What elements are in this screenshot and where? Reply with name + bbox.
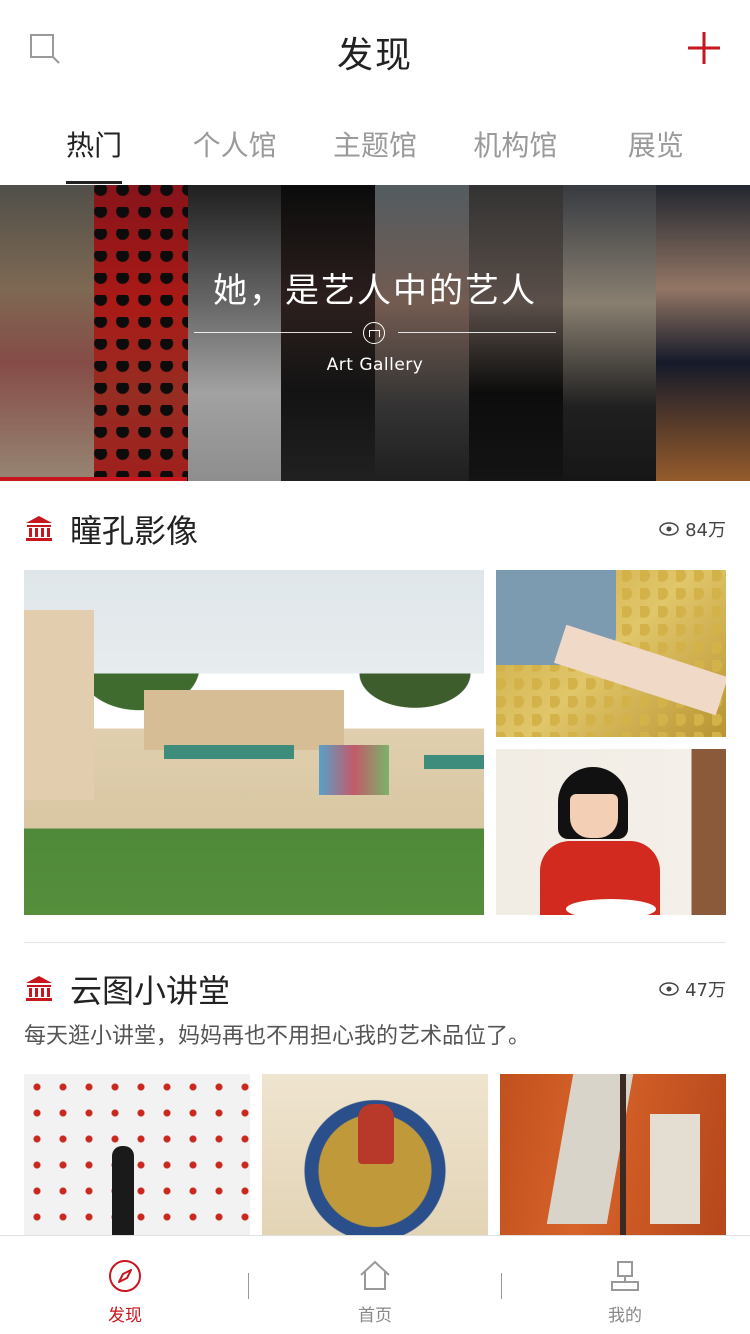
tab-personal[interactable]: 个人馆 xyxy=(185,100,285,185)
nav-label: 首页 xyxy=(358,1306,392,1326)
nav-home[interactable]: 首页 xyxy=(250,1236,500,1334)
category-tabs: 热门 个人馆 主题馆 机构馆 展览 xyxy=(0,100,750,185)
bottom-nav: 发现 首页 我的 xyxy=(0,1235,750,1334)
artwork-image[interactable] xyxy=(262,1074,488,1235)
section-header[interactable]: 瞳孔影像 84万 xyxy=(24,504,726,552)
museum-icon xyxy=(26,976,52,1001)
banner-headline: 她，是艺人中的艺人 xyxy=(213,271,537,311)
banner-progress-indicator xyxy=(0,477,187,481)
eye-icon xyxy=(659,522,679,536)
nav-mine[interactable]: 我的 xyxy=(500,1236,750,1334)
section-title: 云图小讲堂 xyxy=(70,972,231,1010)
featured-banner[interactable]: 她，是艺人中的艺人 Art Gallery xyxy=(0,185,750,481)
divider-line xyxy=(194,332,352,333)
section-title: 瞳孔影像 xyxy=(70,512,199,550)
user-icon xyxy=(611,1261,639,1291)
tab-exhibition[interactable]: 展览 xyxy=(606,100,706,185)
tab-hot[interactable]: 热门 xyxy=(44,100,144,185)
compass-icon xyxy=(109,1260,141,1292)
home-icon xyxy=(360,1260,390,1290)
active-tab-indicator xyxy=(66,181,123,184)
artwork-image[interactable] xyxy=(496,749,726,915)
tab-label: 个人馆 xyxy=(192,129,277,162)
eye-icon xyxy=(659,982,679,996)
section-divider xyxy=(24,942,726,943)
nav-label: 发现 xyxy=(108,1306,142,1326)
tab-institution[interactable]: 机构馆 xyxy=(465,100,565,185)
view-count-value: 47万 xyxy=(685,980,726,1001)
top-bar: 发现 xyxy=(0,0,750,100)
section-header[interactable]: 云图小讲堂 47万 xyxy=(24,964,726,1012)
artwork-image[interactable] xyxy=(24,570,484,915)
banner-subtitle: Art Gallery xyxy=(326,355,424,375)
tab-label: 机构馆 xyxy=(473,129,558,162)
museum-emblem-icon xyxy=(363,322,385,344)
view-count: 47万 xyxy=(659,976,726,1002)
tab-label: 热门 xyxy=(66,129,123,162)
view-count-value: 84万 xyxy=(685,520,726,541)
nav-discover[interactable]: 发现 xyxy=(0,1236,250,1334)
tab-label: 主题馆 xyxy=(332,129,417,162)
plus-icon[interactable] xyxy=(686,30,722,66)
tab-label: 展览 xyxy=(627,129,684,162)
museum-icon xyxy=(26,516,52,541)
page-title: 发现 xyxy=(336,35,413,76)
nav-label: 我的 xyxy=(608,1306,642,1326)
section-description: 每天逛小讲堂，妈妈再也不用担心我的艺术品位了。 xyxy=(24,1024,531,1049)
divider-line xyxy=(398,332,556,333)
tab-theme[interactable]: 主题馆 xyxy=(325,100,425,185)
artwork-image[interactable] xyxy=(500,1074,726,1235)
nav-separator xyxy=(248,1273,249,1299)
artwork-image[interactable] xyxy=(24,1074,250,1235)
artwork-image[interactable] xyxy=(496,570,726,737)
view-count: 84万 xyxy=(659,516,726,542)
